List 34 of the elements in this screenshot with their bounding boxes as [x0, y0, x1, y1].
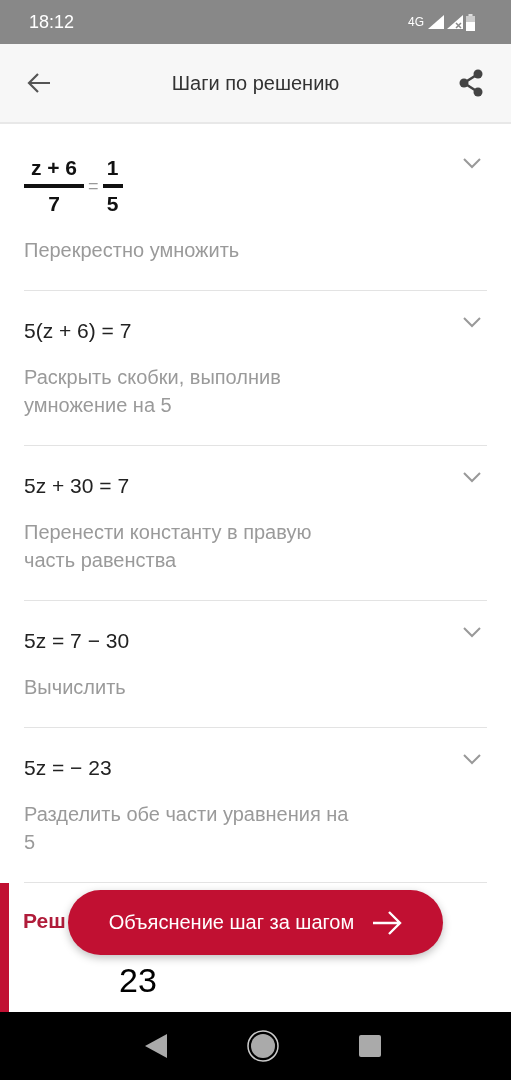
home-icon[interactable]	[247, 1030, 279, 1062]
chevron-icon[interactable]	[463, 754, 481, 765]
share-icon[interactable]	[458, 69, 484, 97]
denominator: 5	[106, 192, 119, 216]
chevron-icon[interactable]	[463, 627, 481, 638]
chevron-icon[interactable]	[463, 472, 481, 483]
chevron-icon[interactable]	[463, 158, 481, 169]
screen-title: Шаги по решению	[171, 71, 340, 95]
equals-sign: =	[88, 175, 99, 197]
back-icon[interactable]	[145, 1034, 167, 1058]
step-equation: 5z = 7 − 30	[24, 628, 130, 653]
step-description: Вычислить	[24, 675, 127, 700]
numerator: 1	[106, 156, 119, 180]
arrow-icon	[372, 910, 403, 935]
back-arrow-icon[interactable]	[27, 73, 51, 93]
step-equation: 5z = − 23	[24, 755, 112, 780]
step-description: Перенести константу в правую часть равенства	[24, 520, 313, 573]
step-description: Раскрыть скобки, выполнив умножение на 5	[24, 365, 282, 418]
fraction-bar	[102, 184, 123, 188]
fraction-bar	[24, 184, 84, 188]
step-equation: 5(z + 6) = 7	[24, 318, 132, 343]
numerator: z + 6	[30, 156, 78, 180]
signal-icon	[428, 15, 444, 29]
signal-icon	[447, 15, 463, 29]
step-description: Разделить обе части уравнения на 5	[24, 802, 350, 855]
solution-value: 23	[119, 961, 157, 1000]
battery-icon	[466, 13, 475, 31]
status-time: 18:12	[29, 11, 75, 33]
explanation-button[interactable]: Объяснение шаг за шагом	[68, 890, 443, 955]
network-type: 4G	[408, 15, 424, 29]
step-description: Перекрестно умножить	[24, 238, 241, 263]
denominator: 7	[48, 192, 60, 216]
step-equation: 5z + 30 = 7	[24, 473, 130, 498]
chevron-icon[interactable]	[463, 317, 481, 328]
